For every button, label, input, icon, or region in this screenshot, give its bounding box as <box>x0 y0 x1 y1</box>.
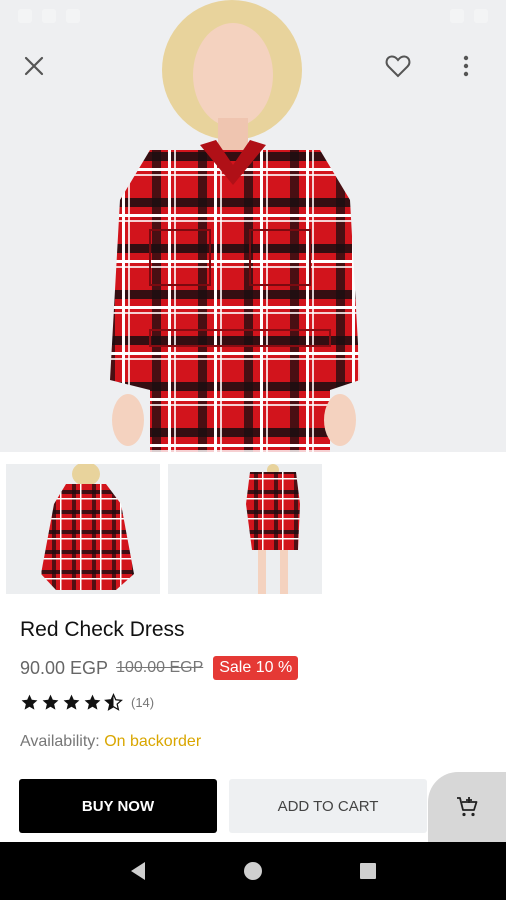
star-half-icon <box>104 693 123 711</box>
availability-row: Availability: On backorder <box>20 733 201 751</box>
rating-count: (14) <box>131 695 155 710</box>
cart-button[interactable] <box>428 772 506 842</box>
more-options-button[interactable] <box>446 46 486 86</box>
rating-row[interactable]: (14) <box>20 693 154 712</box>
availability-value: On backorder <box>104 733 202 750</box>
thumbnail-back-view[interactable] <box>6 464 160 594</box>
nav-recents-button[interactable] <box>348 851 388 891</box>
product-main-image[interactable] <box>0 0 506 452</box>
cart-add-icon <box>457 797 478 817</box>
price-row: 90.00 EGP 100.00 EGP Sale 10 % <box>20 656 299 680</box>
close-button[interactable] <box>14 46 54 86</box>
status-bar <box>0 0 506 32</box>
nav-home-button[interactable] <box>233 851 273 891</box>
product-title: Red Check Dress <box>20 618 185 641</box>
add-to-cart-button[interactable]: ADD TO CART <box>229 779 427 833</box>
close-icon <box>24 56 44 76</box>
sale-badge: Sale 10 % <box>213 656 299 680</box>
original-price: 100.00 EGP <box>116 659 204 676</box>
more-vertical-icon <box>463 55 469 77</box>
favorite-button[interactable] <box>378 46 418 86</box>
star-full-icon <box>84 694 101 710</box>
system-navigation-bar <box>0 842 506 900</box>
star-full-icon <box>21 694 38 710</box>
recents-square-icon <box>360 863 377 879</box>
current-price: 90.00 EGP <box>20 657 109 678</box>
star-full-icon <box>63 694 80 710</box>
star-full-icon <box>42 694 59 710</box>
back-triangle-icon <box>130 862 145 880</box>
nav-back-button[interactable] <box>118 851 158 891</box>
thumbnail-strip <box>0 452 506 598</box>
availability-label: Availability: <box>20 733 100 750</box>
buy-now-button[interactable]: BUY NOW <box>19 779 217 833</box>
home-circle-icon <box>243 862 262 880</box>
dress-photo <box>110 0 360 452</box>
thumbnail-full-view[interactable] <box>168 464 322 594</box>
heart-outline-icon <box>385 55 411 78</box>
